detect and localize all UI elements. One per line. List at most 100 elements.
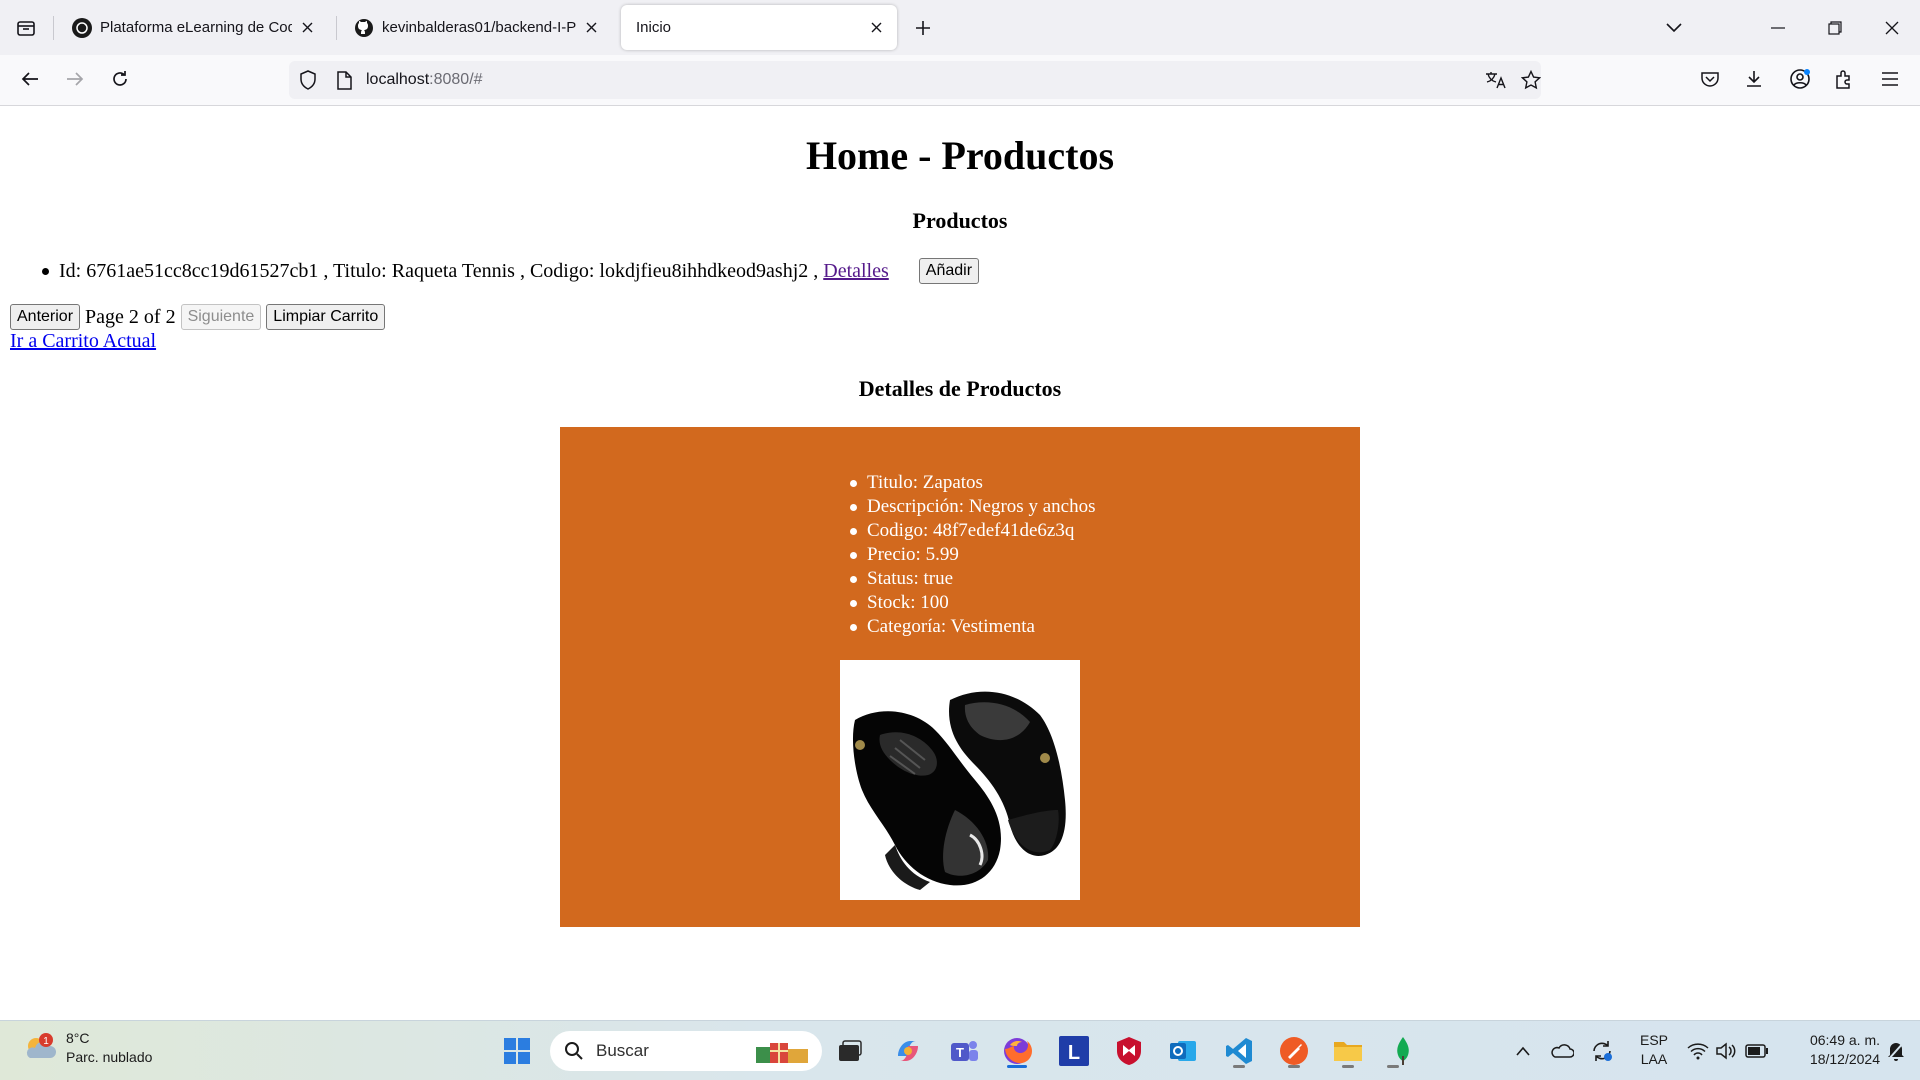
running-app-indicator bbox=[1288, 1065, 1300, 1068]
chevron-up-icon[interactable] bbox=[1503, 1031, 1543, 1071]
bullet bbox=[850, 551, 857, 559]
tab-inicio[interactable]: Inicio bbox=[621, 5, 897, 50]
tab-title: kevinbalderas01/backend-I-Pro bbox=[382, 19, 576, 36]
pagination: Anterior Page 2 of 2 Siguiente Limpiar C… bbox=[10, 304, 386, 330]
search-icon bbox=[565, 1042, 583, 1060]
mcafee-icon[interactable] bbox=[1109, 1031, 1149, 1071]
detail-text: Stock: 100 bbox=[867, 592, 949, 613]
battery-icon[interactable] bbox=[1737, 1031, 1777, 1071]
taskbar: 1 8°C Parc. nublado Buscar T L ESP LAA 0… bbox=[0, 1020, 1920, 1080]
shield-icon[interactable] bbox=[297, 69, 319, 91]
detail-text: Precio: 5.99 bbox=[867, 544, 959, 565]
list-item: Id: 6761ae51cc8cc19d61527cb1 , Titulo: R… bbox=[42, 258, 980, 284]
file-explorer-icon[interactable] bbox=[1328, 1031, 1368, 1071]
search-placeholder: Buscar bbox=[596, 1041, 649, 1060]
detail-description: Descripción: Negros y anchos bbox=[850, 495, 1095, 519]
weather-cloud-icon: 1 bbox=[26, 1033, 56, 1058]
outlook-icon[interactable] bbox=[1163, 1031, 1203, 1071]
detail-text: Descripción: Negros y anchos bbox=[867, 496, 1096, 517]
bullet bbox=[850, 623, 857, 631]
weather-temp: 8°C bbox=[66, 1030, 90, 1046]
close-tab-icon[interactable] bbox=[867, 19, 885, 37]
detail-stock: Stock: 100 bbox=[850, 591, 1095, 615]
detail-price: Precio: 5.99 bbox=[850, 543, 1095, 567]
tab-list-icon[interactable] bbox=[8, 10, 44, 46]
close-tab-icon[interactable] bbox=[298, 19, 316, 37]
account-icon[interactable] bbox=[1782, 61, 1818, 97]
product-info: Id: 6761ae51cc8cc19d61527cb1 , Titulo: R… bbox=[59, 259, 819, 282]
clear-cart-button[interactable]: Limpiar Carrito bbox=[266, 304, 386, 330]
detail-text: Categoría: Vestimenta bbox=[867, 616, 1035, 637]
bullet bbox=[42, 267, 49, 275]
translate-icon[interactable] bbox=[1485, 69, 1507, 91]
svg-text:L: L bbox=[1068, 1042, 1080, 1064]
copilot-icon[interactable] bbox=[888, 1031, 928, 1071]
tab-separator bbox=[336, 16, 337, 40]
tab-title: Plataforma eLearning de Coder bbox=[100, 19, 292, 36]
bullet bbox=[850, 527, 857, 535]
details-link[interactable]: Detalles bbox=[823, 260, 889, 283]
taskbar-search[interactable]: Buscar bbox=[550, 1031, 822, 1071]
details-heading: Detalles de Productos bbox=[858, 376, 1062, 401]
teams-icon[interactable]: T bbox=[944, 1031, 984, 1071]
postman-icon[interactable] bbox=[1274, 1031, 1314, 1071]
black-shoes-image bbox=[852, 691, 1066, 890]
page-icon[interactable] bbox=[333, 69, 355, 91]
bullet bbox=[850, 503, 857, 511]
lang-code: ESP bbox=[1639, 1032, 1668, 1048]
go-to-cart-link[interactable]: Ir a Carrito Actual bbox=[10, 330, 156, 353]
close-tab-icon[interactable] bbox=[582, 19, 600, 37]
running-app-indicator bbox=[1233, 1065, 1245, 1068]
firefox-icon[interactable] bbox=[997, 1031, 1037, 1071]
page-indicator: Page 2 of 2 bbox=[85, 305, 176, 328]
minimize-window-icon[interactable] bbox=[1750, 0, 1806, 55]
product-details-panel: Titulo: Zapatos Descripción: Negros y an… bbox=[560, 427, 1360, 927]
list-all-tabs-chevron-icon[interactable] bbox=[1646, 0, 1702, 55]
pocket-icon[interactable] bbox=[1692, 61, 1728, 97]
downloads-icon[interactable] bbox=[1736, 61, 1772, 97]
address-bar[interactable]: localhost:8080/# bbox=[289, 61, 1541, 99]
page-title: Home - Productos bbox=[805, 133, 1115, 178]
browser-navigation-bar: localhost:8080/# bbox=[0, 55, 1920, 106]
tab-github[interactable]: kevinbalderas01/backend-I-Pro bbox=[342, 5, 612, 50]
close-window-icon[interactable] bbox=[1864, 0, 1920, 55]
running-app-indicator bbox=[1387, 1065, 1399, 1068]
mongodb-icon[interactable] bbox=[1383, 1031, 1423, 1071]
clock[interactable]: 06:49 a. m. 18/12/2024 bbox=[1780, 1031, 1880, 1069]
next-page-button[interactable]: Siguiente bbox=[180, 304, 262, 330]
forward-arrow-icon[interactable] bbox=[57, 61, 93, 97]
onedrive-cloud-icon[interactable] bbox=[1542, 1031, 1582, 1071]
detail-title: Titulo: Zapatos bbox=[850, 471, 1095, 495]
vscode-icon[interactable] bbox=[1219, 1031, 1259, 1071]
input-language[interactable]: ESP LAA bbox=[1634, 1031, 1674, 1069]
extensions-icon[interactable] bbox=[1826, 61, 1862, 97]
l-app-icon[interactable]: L bbox=[1054, 1031, 1094, 1071]
tab-coder[interactable]: Plataforma eLearning de Coder bbox=[60, 5, 328, 50]
menu-hamburger-icon[interactable] bbox=[1872, 61, 1908, 97]
details-list: Titulo: Zapatos Descripción: Negros y an… bbox=[850, 471, 1095, 639]
running-app-indicator bbox=[1342, 1065, 1354, 1068]
sync-icon[interactable] bbox=[1582, 1031, 1622, 1071]
reload-icon[interactable] bbox=[102, 61, 138, 97]
notifications-bell-icon[interactable] bbox=[1876, 1031, 1916, 1071]
detail-code: Codigo: 48f7edef41de6z3q bbox=[850, 519, 1095, 543]
browser-tab-strip: Plataforma eLearning de Coder kevinbalde… bbox=[0, 0, 1920, 55]
bullet bbox=[850, 479, 857, 487]
detail-text: Titulo: Zapatos bbox=[867, 472, 983, 493]
prev-page-button[interactable]: Anterior bbox=[10, 304, 81, 330]
bookmark-star-icon[interactable] bbox=[1520, 69, 1542, 91]
windows-start-icon[interactable] bbox=[497, 1031, 537, 1071]
new-tab-button[interactable] bbox=[905, 10, 941, 46]
gifts-icon bbox=[756, 1043, 808, 1063]
active-app-indicator bbox=[1007, 1065, 1027, 1068]
restore-window-icon[interactable] bbox=[1807, 0, 1863, 55]
url-text[interactable]: localhost:8080/# bbox=[366, 71, 483, 89]
task-view-icon[interactable] bbox=[830, 1031, 870, 1071]
weather-widget[interactable]: 1 8°C Parc. nublado bbox=[22, 1029, 152, 1067]
detail-text: Status: true bbox=[867, 568, 954, 589]
clock-date: 18/12/2024 bbox=[1809, 1051, 1880, 1067]
back-arrow-icon[interactable] bbox=[12, 61, 48, 97]
add-button[interactable]: Añadir bbox=[918, 258, 980, 284]
page-content: Home - Productos Productos Id: 6761ae51c… bbox=[0, 106, 1920, 1020]
weather-desc: Parc. nublado bbox=[66, 1049, 153, 1065]
